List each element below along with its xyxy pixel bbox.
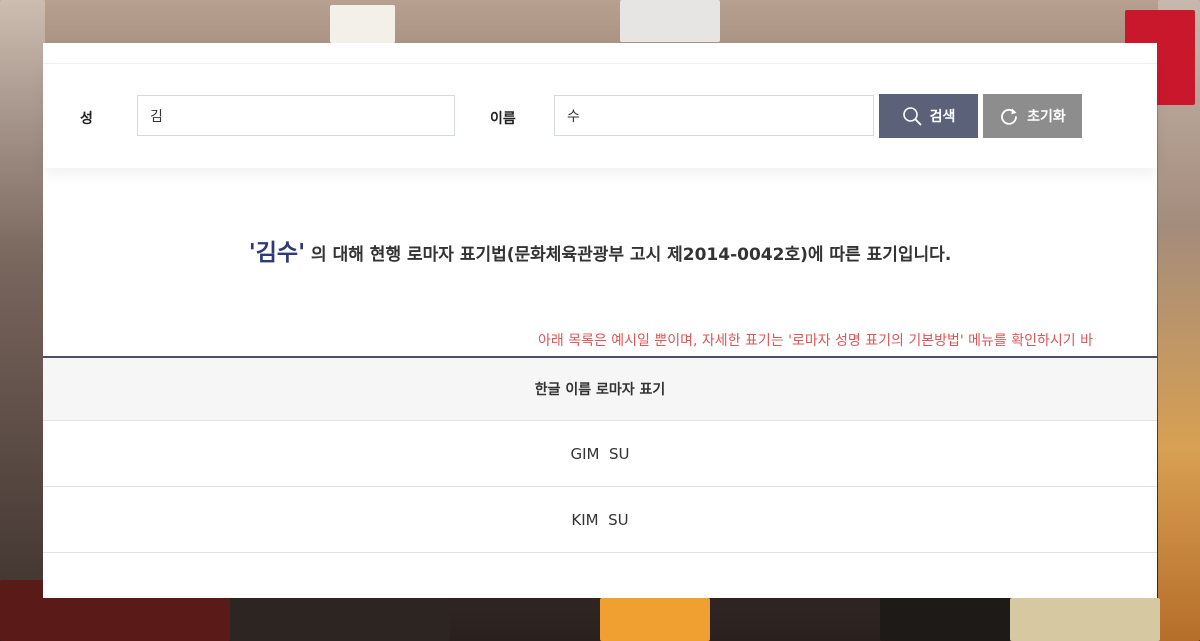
search-bar: 성 이름 검색 초기화: [43, 63, 1157, 168]
notice-text: 아래 목록은 예시일 뿐이며, 자세한 표기는 '로마자 성명 표기의 기본방법…: [538, 333, 1093, 349]
content-panel: 성 이름 검색 초기화 '김수' 의 대해 현행 로마자 표기법(문화체육관광부…: [43, 43, 1157, 598]
search-button[interactable]: 검색: [879, 94, 978, 138]
bg-book: [620, 0, 720, 42]
table-header: 한글 이름 로마자 표기: [43, 358, 1157, 421]
surname-input[interactable]: [137, 95, 455, 136]
bg-book: [0, 0, 45, 641]
bg-book: [880, 598, 1010, 641]
romanization-table: 한글 이름 로마자 표기 GIM SU KIM SU: [43, 356, 1157, 553]
surname-label: 성: [80, 111, 93, 127]
bg-book: [330, 5, 395, 43]
given-name-label: 이름: [490, 111, 516, 127]
table-header-label: 한글 이름 로마자 표기: [534, 382, 666, 398]
table-row: KIM SU: [43, 487, 1157, 553]
magnifier-icon: [902, 107, 922, 126]
bg-book: [600, 598, 710, 641]
reset-button-label: 초기화: [1027, 109, 1066, 125]
given-name-input[interactable]: [554, 95, 874, 136]
reset-button[interactable]: 초기화: [983, 94, 1082, 138]
table-row: GIM SU: [43, 421, 1157, 487]
table-cell: GIM SU: [570, 444, 630, 463]
table-cell: KIM SU: [571, 510, 629, 529]
bg-book: [1010, 598, 1160, 641]
bg-book: [230, 598, 450, 641]
search-button-label: 검색: [929, 109, 956, 125]
result-text: 의 대해 현행 로마자 표기법(문화체육관광부 고시 제2014-0042호)에…: [305, 245, 952, 265]
refresh-icon: [1001, 108, 1018, 125]
result-description: '김수' 의 대해 현행 로마자 표기법(문화체육관광부 고시 제2014-00…: [43, 233, 1157, 267]
searched-name-highlight: '김수': [248, 240, 306, 266]
